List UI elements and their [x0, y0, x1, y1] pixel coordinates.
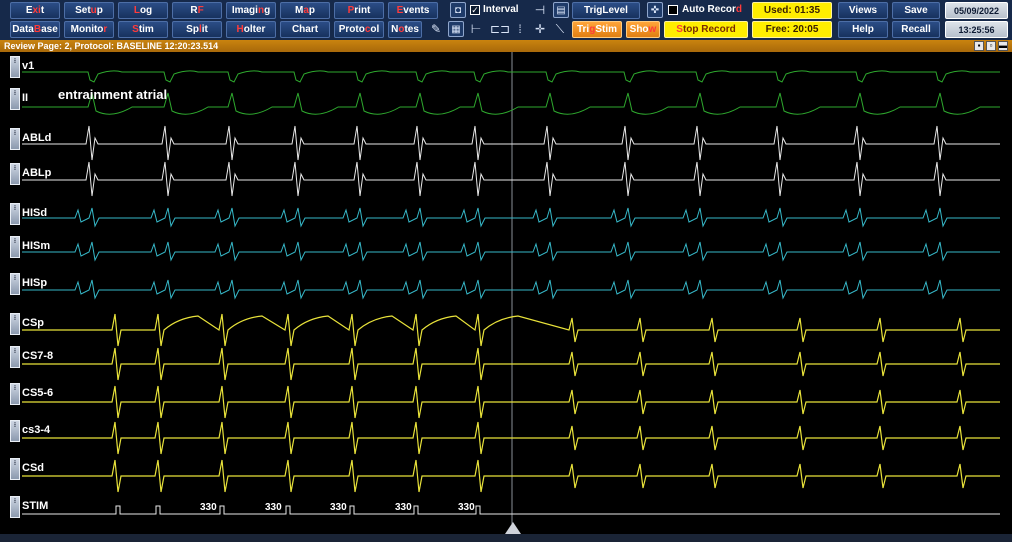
events-button[interactable]: Events [388, 2, 438, 19]
protocol-button[interactable]: Proto c ol [334, 21, 384, 38]
disk-used-indicator: Used: 01:35 [752, 2, 832, 19]
channel-label-0: v1 [22, 60, 35, 72]
notes-button[interactable]: No tes [388, 21, 422, 38]
trace-1 [22, 92, 1000, 115]
channel-scroll-2[interactable]: ⁝ [10, 128, 20, 150]
caliper-icon[interactable]: ⊢ [468, 21, 484, 37]
stop-record-button[interactable]: Stop Record [664, 21, 748, 38]
calculator-icon[interactable]: ▤ [553, 2, 569, 18]
pencil-icon[interactable]: ✎ [428, 21, 444, 37]
channel-label-2: ABLd [22, 132, 52, 144]
disk-free-indicator: Free: 20:05 [752, 21, 832, 38]
channel-scroll-9[interactable]: ⁝ [10, 383, 20, 405]
recall-button[interactable]: Recall [892, 21, 940, 38]
maximize-icon[interactable]: ▫ [986, 41, 996, 51]
crosshair-icon[interactable]: ✛ [532, 21, 548, 37]
exit-button[interactable]: Exi t [10, 2, 60, 19]
review-page-info: Review Page: 2, Protocol: BASELINE 12:20… [4, 41, 219, 51]
channel-scroll-1[interactable]: ⁝ [10, 88, 20, 110]
trace-4 [22, 207, 1000, 228]
stim-interval-4: 330 [458, 502, 475, 513]
channel-label-12: STIM [22, 500, 49, 512]
trace-11 [22, 459, 1000, 493]
channel-scroll-7[interactable]: ⁝ [10, 313, 20, 335]
signal-traces-panel[interactable]: ⁝ v1 ⁝ II ⁝ ABLd ⁝ ABLp ⁝ HISd ⁝ HISm ⁝ HISp ⁝ CSp ⁝ CS7-… [0, 52, 1012, 534]
channel-label-8: CS7-8 [22, 350, 54, 362]
measure-icon[interactable]: ⊣ [532, 2, 548, 18]
stim-interval-1: 330 [265, 502, 282, 513]
channel-scroll-6[interactable]: ⁝ [10, 273, 20, 295]
channel-label-10: cs3-4 [22, 424, 51, 436]
toolbar: Exi t Set u p Log R F Imagi n g Ma p Print Events Data… [0, 0, 1012, 40]
split-button[interactable]: Sp l it [172, 21, 222, 38]
print-button[interactable]: Print [334, 2, 384, 19]
views-button[interactable]: Views [838, 2, 888, 19]
show-button[interactable]: Sho w [626, 21, 660, 38]
bottom-strip [0, 534, 1012, 542]
stim-interval-2: 330 [330, 502, 347, 513]
time-cursor-handle[interactable] [505, 522, 521, 534]
entrainment-annotation: entrainment atrial [58, 87, 168, 102]
stim-interval-3: 330 [395, 502, 412, 513]
trace-10 [22, 421, 1000, 455]
interval-label: Interval [483, 4, 519, 15]
review-status-bar: Review Page: 2, Protocol: BASELINE 12:20… [0, 40, 1012, 52]
channel-label-1: II [22, 92, 29, 104]
channel-scroll-12[interactable]: ⁝ [10, 496, 20, 518]
grid-icon[interactable]: ▦ [448, 21, 464, 37]
trace-8 [22, 347, 1000, 381]
zoom-range-icon[interactable]: ⊏⊐ [490, 21, 510, 37]
trig-level-button[interactable]: TrigLevel [572, 2, 640, 19]
log-button[interactable]: Log [118, 2, 168, 19]
traces-svg [22, 52, 1000, 534]
trace-2 [22, 125, 1000, 161]
auto-record-checkbox[interactable] [668, 5, 678, 15]
trace-12 [22, 505, 1000, 515]
stim-interval-0: 330 [200, 502, 217, 513]
trace-3 [22, 161, 1000, 197]
stim-button[interactable]: Stim [118, 21, 168, 38]
trace-7 [22, 313, 1000, 347]
markers-icon[interactable]: ⁞ [512, 21, 528, 37]
auto-record-label: Auto Record [682, 4, 743, 15]
map-button[interactable]: Map [280, 2, 330, 19]
channel-scroll-3[interactable]: ⁝ [10, 163, 20, 185]
interval-checkbox[interactable]: ✓ [470, 5, 480, 15]
imaging-button[interactable]: Imagi n g [226, 2, 276, 19]
date-display: 05/09/2022 [945, 2, 1008, 19]
trig-stim-button[interactable]: Tri g Stim [572, 21, 622, 38]
close-icon[interactable]: ▬ [998, 41, 1008, 51]
holter-button[interactable]: Holter [226, 21, 276, 38]
channel-label-9: CS5-6 [22, 387, 54, 399]
channel-label-6: HISp [22, 277, 48, 289]
channel-label-7: CSp [22, 317, 44, 329]
channel-scroll-10[interactable]: ⁝ [10, 420, 20, 442]
setup-button[interactable]: Set u p [64, 2, 114, 19]
trigger-adjust-icon[interactable]: ✜ [647, 2, 663, 18]
trace-0 [22, 70, 1000, 83]
help-button[interactable]: Help [838, 21, 888, 38]
channel-label-11: CSd [22, 462, 44, 474]
camera-icon[interactable]: ◘ [450, 2, 466, 18]
trace-6 [22, 279, 1000, 300]
channel-scroll-11[interactable]: ⁝ [10, 458, 20, 480]
channel-label-5: HISm [22, 240, 51, 252]
trace-5 [22, 241, 1000, 262]
monitor-button[interactable]: Monito r [64, 21, 114, 38]
channel-scroll-4[interactable]: ⁝ [10, 203, 20, 225]
channel-scroll-8[interactable]: ⁝ [10, 346, 20, 368]
restore-icon[interactable]: ▪ [974, 41, 984, 51]
trace-9 [22, 385, 1000, 419]
channel-label-4: HISd [22, 207, 48, 219]
chart-button[interactable]: Chart [280, 21, 330, 38]
save-button[interactable]: Save [892, 2, 940, 19]
rf-button[interactable]: RF [172, 2, 222, 19]
channel-scroll-0[interactable]: ⁝ [10, 56, 20, 78]
time-display: 13:25:56 [945, 21, 1008, 38]
channel-label-3: ABLp [22, 167, 52, 179]
database-button[interactable]: Data Base [10, 21, 60, 38]
channel-scroll-5[interactable]: ⁝ [10, 236, 20, 258]
slope-icon[interactable]: ⟍ [552, 21, 568, 37]
